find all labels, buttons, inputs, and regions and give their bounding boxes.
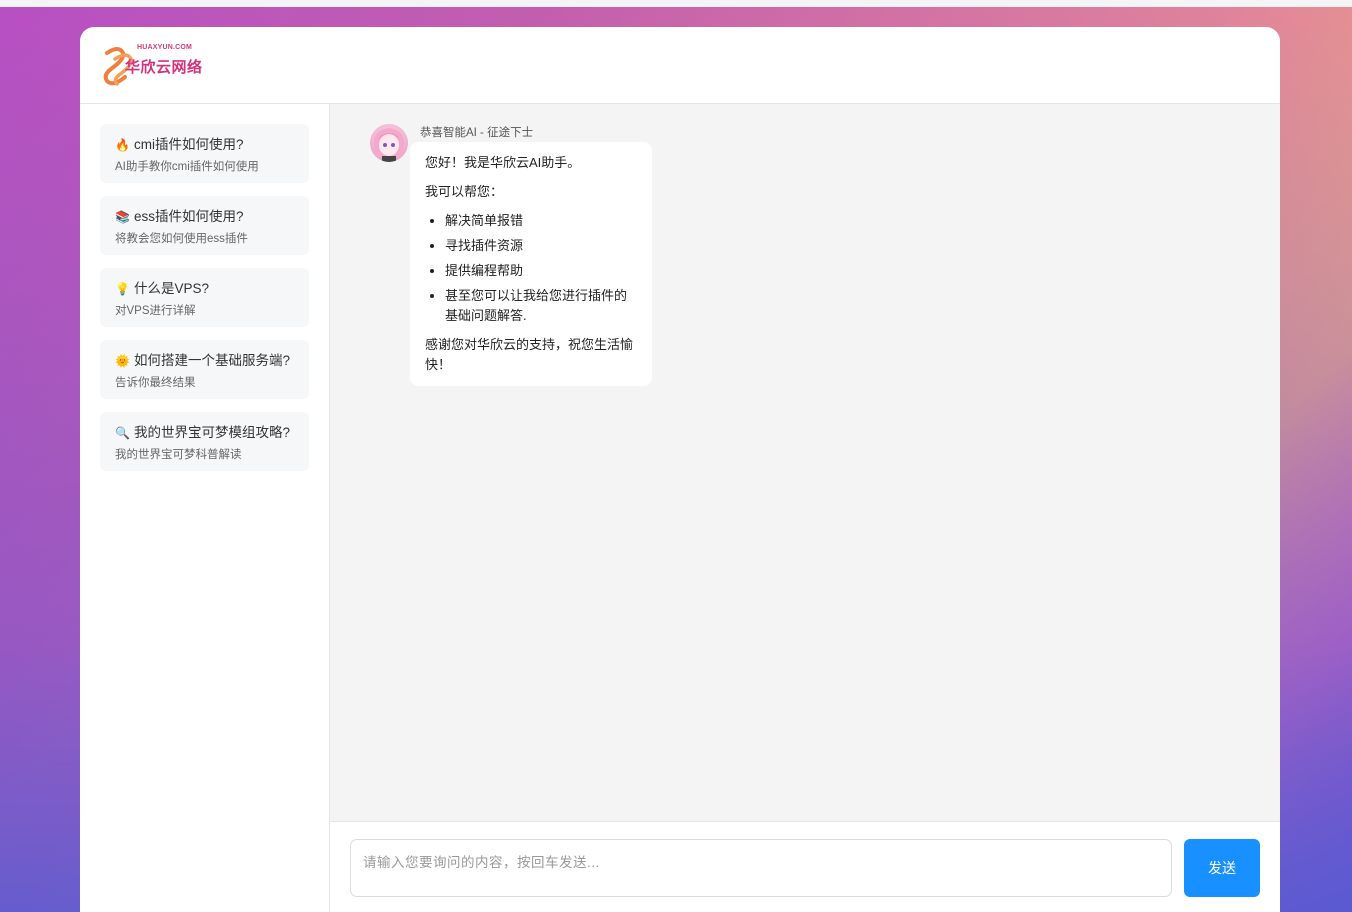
books-icon: 📚 xyxy=(115,210,130,224)
sidebar-item-title: cmi插件如何使用? xyxy=(134,137,244,152)
list-item: 提供编程帮助 xyxy=(445,261,637,281)
anime-avatar-icon xyxy=(373,128,405,162)
sidebar-item-ess[interactable]: 📚 ess插件如何使用? 将教会您如何使用ess插件 xyxy=(100,196,309,255)
list-item: 解决简单报错 xyxy=(445,211,637,231)
sidebar: 🔥 cmi插件如何使用? AI助手教你cmi插件如何使用 📚 ess插件如何使用? … xyxy=(80,104,330,912)
sidebar-item-title: ess插件如何使用? xyxy=(134,209,244,224)
sender-name: 恭喜智能AI - 征途下士 xyxy=(420,127,534,139)
sidebar-item-server[interactable]: 🌞 如何搭建一个基础服务端? 告诉你最终结果 xyxy=(100,340,309,399)
lightbulb-icon: 💡 xyxy=(115,282,130,296)
list-item: 甚至您可以让我给您进行插件的基础问题解答. xyxy=(445,286,637,326)
sidebar-item-title: 我的世界宝可梦模组攻略? xyxy=(134,425,291,440)
sidebar-item-subtitle: 告诉你最终结果 xyxy=(115,377,196,389)
logo-domain-text: HUAXYUN.COM xyxy=(137,44,193,51)
sidebar-item-cmi[interactable]: 🔥 cmi插件如何使用? AI助手教你cmi插件如何使用 xyxy=(100,124,309,183)
greeting-text: 您好！我是华欣云AI助手。 xyxy=(425,155,581,170)
chat-window: HUAXYUN.COM 华欣云网络 🔥 cmi插件如何使用? AI助手教你cmi插… xyxy=(80,27,1280,912)
chat-area[interactable]: 恭喜智能AI - 征途下士 您好！我是华欣云AI助手。 我可以帮您： 解决简单报… xyxy=(330,104,1280,821)
magnifier-icon: 🔍 xyxy=(115,426,130,440)
list-item: 寻找插件资源 xyxy=(445,236,637,256)
composer: 请输入您要询问的内容，按回车发送... 发送 xyxy=(330,821,1280,912)
message-bubble: 您好！我是华欣云AI助手。 我可以帮您： 解决简单报错 寻找插件资源 提供编程帮… xyxy=(410,142,652,386)
sidebar-item-title: 如何搭建一个基础服务端? xyxy=(134,353,291,368)
browser-top-strip xyxy=(0,0,1352,7)
sidebar-item-vps[interactable]: 💡 什么是VPS? 对VPS进行详解 xyxy=(100,268,309,327)
message-input[interactable]: 请输入您要询问的内容，按回车发送... xyxy=(350,839,1172,897)
avatar xyxy=(370,124,408,162)
ai-message: 恭喜智能AI - 征途下士 您好！我是华欣云AI助手。 我可以帮您： 解决简单报… xyxy=(370,124,1280,386)
sidebar-item-title: 什么是VPS? xyxy=(134,281,210,296)
header: HUAXYUN.COM 华欣云网络 xyxy=(80,27,1280,104)
closing-text: 感谢您对华欣云的支持，祝您生活愉快！ xyxy=(425,337,634,372)
brand-logo[interactable]: HUAXYUN.COM 华欣云网络 xyxy=(101,43,211,87)
sidebar-item-subtitle: 我的世界宝可梦科普解读 xyxy=(115,449,242,461)
fire-icon: 🔥 xyxy=(115,138,130,152)
sidebar-item-subtitle: 对VPS进行详解 xyxy=(115,305,196,317)
intro-text: 我可以帮您： xyxy=(425,184,504,199)
main-panel: 恭喜智能AI - 征途下士 您好！我是华欣云AI助手。 我可以帮您： 解决简单报… xyxy=(330,104,1280,912)
sidebar-item-subtitle: AI助手教你cmi插件如何使用 xyxy=(115,161,259,173)
sun-icon: 🌞 xyxy=(115,354,130,368)
send-button[interactable]: 发送 xyxy=(1184,839,1260,897)
help-list: 解决简单报错 寻找插件资源 提供编程帮助 甚至您可以让我给您进行插件的基础问题解… xyxy=(425,211,637,326)
sidebar-item-pokemon[interactable]: 🔍 我的世界宝可梦模组攻略? 我的世界宝可梦科普解读 xyxy=(100,412,309,471)
logo-brand-name: 华欣云网络 xyxy=(125,59,203,76)
sidebar-item-subtitle: 将教会您如何使用ess插件 xyxy=(115,233,248,245)
